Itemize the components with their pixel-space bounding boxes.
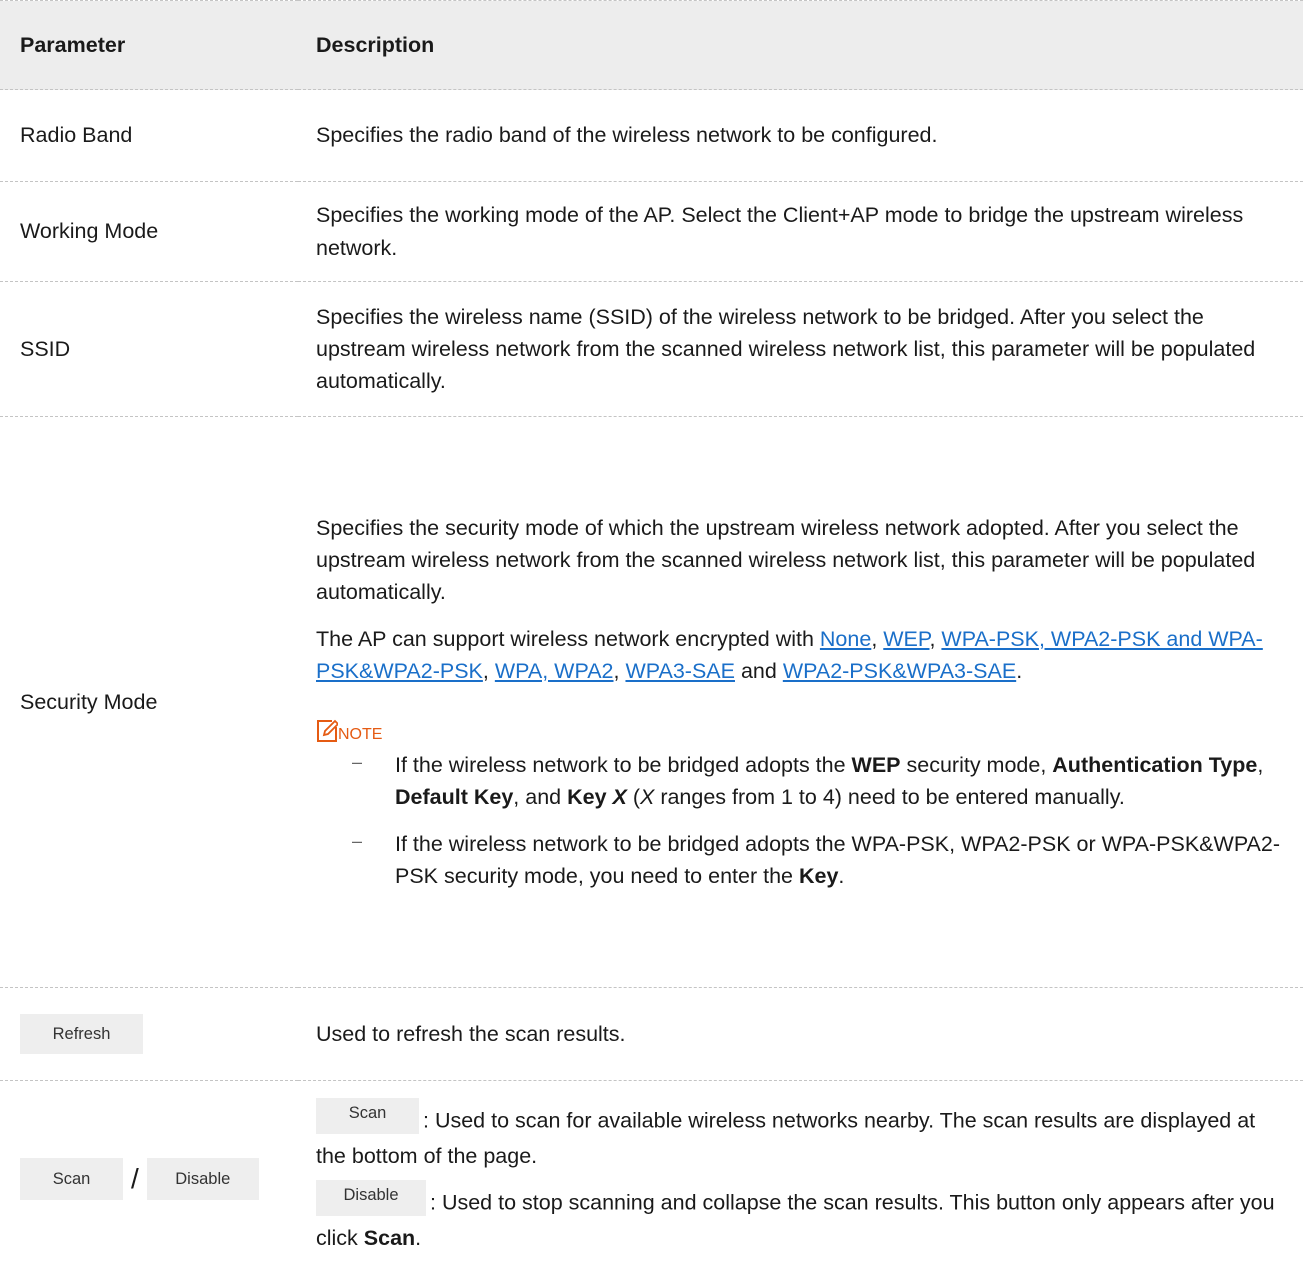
note-item: – If the wireless network to be bridged a…	[316, 828, 1283, 893]
dash-bullet: –	[352, 752, 363, 773]
table-header-row: Parameter Description	[0, 0, 1303, 90]
link-wpa2-psk-wpa3-sae[interactable]: WPA2-PSK&WPA3-SAE	[783, 659, 1016, 683]
param-refresh: Refresh	[0, 987, 298, 1081]
security-desc-2: The AP can support wireless network encr…	[316, 626, 1263, 683]
desc-scan-disable: Scan: Used to scan for available wireles…	[298, 1081, 1303, 1277]
note-label: NOTE	[338, 726, 383, 744]
link-wpa-wpa2[interactable]: WPA, WPA2	[495, 659, 614, 683]
link-none[interactable]: None	[820, 627, 871, 651]
table-row: Scan / Disable Scan: Used to scan for avai…	[0, 1081, 1303, 1277]
disable-button[interactable]: Disable	[146, 1157, 259, 1200]
scan-desc: Scan: Used to scan for available wireles…	[316, 1097, 1283, 1172]
desc-ssid: Specifies the wireless name (SSID) of th…	[298, 281, 1303, 417]
note-header: NOTE	[316, 705, 1283, 743]
header-description: Description	[298, 0, 1303, 90]
note-pencil-icon	[316, 719, 338, 743]
slash-separator: /	[131, 1162, 139, 1194]
table-row: Radio Band Specifies the radio band of t…	[0, 89, 1303, 182]
table-row: Refresh Used to refresh the scan results…	[0, 987, 1303, 1081]
refresh-button[interactable]: Refresh	[20, 1014, 143, 1054]
table-row: Security Mode Specifies the security mod…	[0, 416, 1303, 988]
dash-bullet: –	[352, 830, 363, 851]
desc-working-mode: Specifies the working mode of the AP. Se…	[298, 181, 1303, 282]
link-wpa3-sae[interactable]: WPA3-SAE	[625, 659, 735, 683]
desc-radio-band: Specifies the radio band of the wireless…	[298, 89, 1303, 182]
desc-security-mode: Specifies the security mode of which the…	[298, 416, 1303, 988]
param-working-mode: Working Mode	[0, 181, 298, 282]
disable-desc: Disable: Used to stop scanning and colla…	[316, 1179, 1283, 1254]
param-security-mode: Security Mode	[0, 416, 298, 988]
param-ssid: SSID	[0, 281, 298, 417]
header-parameter: Parameter	[0, 0, 298, 90]
table-row: SSID Specifies the wireless name (SSID) …	[0, 281, 1303, 417]
param-radio-band: Radio Band	[0, 89, 298, 182]
security-desc-1: Specifies the security mode of which the…	[316, 515, 1256, 605]
link-wep[interactable]: WEP	[883, 627, 929, 651]
note-item: – If the wireless network to be bridged a…	[316, 749, 1283, 814]
table-row: Working Mode Specifies the working mode …	[0, 181, 1303, 282]
disable-inline-button[interactable]: Disable	[316, 1179, 426, 1216]
scan-button[interactable]: Scan	[20, 1157, 123, 1200]
note-list: – If the wireless network to be bridged a…	[316, 749, 1283, 892]
desc-refresh: Used to refresh the scan results.	[298, 987, 1303, 1081]
param-scan-disable: Scan / Disable	[0, 1081, 298, 1277]
scan-inline-button[interactable]: Scan	[316, 1097, 419, 1134]
parameter-table: Parameter Description Radio Band Specifi…	[0, 0, 1303, 1277]
